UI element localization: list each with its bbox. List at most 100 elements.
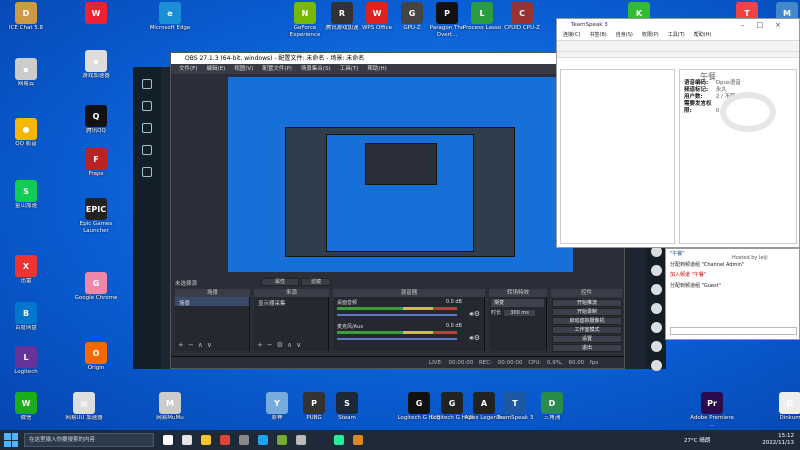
taskbar-app-icon[interactable] <box>201 435 211 445</box>
teamspeak-menubar: 连接(C) 书签(B) 自身(S) 权限(P) 工具(T) 帮助(H) <box>557 31 799 40</box>
desktop-icon[interactable]: S Steam <box>325 392 369 428</box>
duration-field[interactable]: 300 ms <box>504 310 535 316</box>
avatar[interactable] <box>650 322 662 333</box>
menu-help[interactable]: 帮助(H) <box>694 31 712 40</box>
settings-button[interactable]: 设置 <box>552 335 622 343</box>
desktop-audio-slider[interactable] <box>337 314 457 316</box>
obs-preview-canvas[interactable] <box>228 77 573 272</box>
studio-mode-button[interactable]: 工作室模式 <box>552 326 622 334</box>
menu-help[interactable]: 帮助(H) <box>367 64 386 74</box>
desktop-icon[interactable]: C CPUID CPU-Z <box>500 2 544 38</box>
app-icon: W <box>85 2 107 24</box>
weather-widget[interactable]: 27°C 晴朗 <box>684 436 710 444</box>
teamspeak-chat[interactable]: "午餐" 分配到频道组 "Channel Admin" 加入频道 "午餐" 分配… <box>665 248 800 340</box>
desktop-icon[interactable]: ● QQ 影音 <box>4 118 48 154</box>
desktop-icon[interactable]: Q 腾讯QQ <box>74 105 118 141</box>
avatar[interactable] <box>650 360 662 371</box>
teamspeak-titlebar[interactable]: TeamSpeak 3 –□× <box>557 19 799 31</box>
desktop-icon[interactable]: G Google Chrome <box>74 272 118 308</box>
app-icon: O <box>85 342 107 364</box>
menu-file[interactable]: 文件(F) <box>179 64 197 74</box>
avatar[interactable] <box>650 265 662 276</box>
menu-self[interactable]: 自身(S) <box>616 31 633 40</box>
home-icon[interactable] <box>142 79 152 89</box>
taskbar-app-icon[interactable] <box>239 435 249 445</box>
app-icon: B <box>15 302 37 324</box>
desktop-icon[interactable]: D Dinkum <box>768 392 800 428</box>
desktop-icon[interactable]: L Logitech <box>4 346 48 382</box>
exit-button[interactable]: 退出 <box>552 344 622 352</box>
desktop-icon[interactable]: D ICE Chat 5.8 <box>4 2 48 38</box>
desktop-icon[interactable]: W <box>74 2 118 38</box>
teamspeak-toolbar[interactable] <box>557 40 799 52</box>
filters-button[interactable]: 滤镜 <box>301 278 331 286</box>
menu-permissions[interactable]: 权限(P) <box>642 31 659 40</box>
speaker-icon[interactable]: 🔊︎⚙ <box>469 310 480 319</box>
clock-time: 15:12 <box>778 433 794 439</box>
taskbar-app-icon[interactable] <box>277 435 287 445</box>
speaker-icon[interactable]: 🔊︎⚙ <box>469 334 480 343</box>
source-toolbar[interactable]: +−⚙∧∨ <box>257 341 305 349</box>
transition-select[interactable]: 渐变 <box>491 299 544 307</box>
library-icon[interactable] <box>142 123 152 133</box>
teamspeak-window[interactable]: TeamSpeak 3 –□× 连接(C) 书签(B) 自身(S) 权限(P) … <box>556 18 800 248</box>
chat-input[interactable] <box>670 327 797 335</box>
controls-header: 控件 <box>551 289 622 297</box>
menu-profile[interactable]: 配置文件(P) <box>262 64 292 74</box>
desktop-icon[interactable]: Pr Adobe Premiere ... <box>690 392 734 428</box>
desktop-icon[interactable]: O Origin <box>74 342 118 378</box>
desktop-icon[interactable]: L Process Lasso <box>460 2 504 38</box>
settings-icon[interactable] <box>142 167 152 177</box>
menu-scene-collection[interactable]: 场景集合(S) <box>301 64 331 74</box>
mic-slider[interactable] <box>337 338 457 340</box>
properties-button[interactable]: 属性 <box>261 278 299 286</box>
scene-toolbar[interactable]: +−∧∨ <box>178 341 216 349</box>
menu-bookmarks[interactable]: 书签(B) <box>589 31 606 40</box>
virtual-camera-button[interactable]: 启动虚拟摄像机 <box>552 317 622 325</box>
menu-edit[interactable]: 编辑(E) <box>206 64 225 74</box>
start-button[interactable] <box>4 433 18 447</box>
taskbar-app-icon[interactable] <box>296 435 306 445</box>
taskbar-search[interactable]: 在这里输入你要搜索的内容 <box>24 433 154 447</box>
cpu-status: CPU: 0.9%, 60.00 fps <box>528 360 599 366</box>
app-icon: L <box>471 2 493 24</box>
menu-tools[interactable]: 工具(T) <box>668 31 685 40</box>
taskbar-app-icon[interactable] <box>182 435 192 445</box>
desktop-icon[interactable]: ▪ 网易云 <box>4 58 48 94</box>
desktop-icon-label: ICE Chat 5.8 <box>8 25 44 31</box>
desktop-icon[interactable]: ▤ 网易UU 加速器 <box>62 392 106 428</box>
desktop-icon[interactable]: W 微信 <box>4 392 48 428</box>
channel-info: 午餐 语音编码: Opus语音 频道标记: 永久 用户数: 2 / 不限 需要发… <box>679 69 797 244</box>
desktop-icon[interactable]: ▪ 游戏加速器 <box>74 50 118 86</box>
start-recording-button[interactable]: 开始录制 <box>552 308 622 316</box>
desktop-icon[interactable]: X 迅雷 <box>4 255 48 291</box>
taskbar-app-icon[interactable] <box>334 435 344 445</box>
desktop-icon[interactable]: S 金山加速 <box>4 180 48 216</box>
scene-item[interactable]: 场景 <box>175 297 249 307</box>
system-clock[interactable]: 15:12 2022/11/13 <box>762 433 794 447</box>
desktop-icon[interactable]: EPIC Epic Games Launcher <box>74 198 118 234</box>
desktop-icon[interactable]: B 百度网盘 <box>4 302 48 338</box>
avatar[interactable] <box>650 341 662 352</box>
transitions-header: 转场特效 <box>489 289 547 297</box>
taskbar-app-icon[interactable] <box>220 435 230 445</box>
channel-tree[interactable] <box>560 69 675 244</box>
store-icon[interactable] <box>142 101 152 111</box>
desktop-icon[interactable]: e Microsoft Edge <box>148 2 192 38</box>
taskbar-app-icon[interactable] <box>163 435 173 445</box>
taskbar-app-icon[interactable] <box>315 435 325 445</box>
taskbar-app-icon[interactable] <box>353 435 363 445</box>
menu-view[interactable]: 视图(V) <box>234 64 253 74</box>
start-streaming-button[interactable]: 开始推流 <box>552 299 622 307</box>
desktop-icon[interactable]: F Fraps <box>74 148 118 184</box>
source-item[interactable]: 显示器采集 <box>254 297 328 307</box>
avatar[interactable] <box>650 303 662 314</box>
window-controls[interactable]: –□× <box>741 19 793 31</box>
avatar[interactable] <box>650 284 662 295</box>
menu-tools[interactable]: 工具(T) <box>340 64 359 74</box>
desktop-icon[interactable]: D 三角洲 <box>530 392 574 428</box>
desktop-icon[interactable]: M 网易MuMu <box>148 392 192 428</box>
menu-connect[interactable]: 连接(C) <box>563 31 580 40</box>
taskbar-app-icon[interactable] <box>258 435 268 445</box>
friends-icon[interactable] <box>142 145 152 155</box>
